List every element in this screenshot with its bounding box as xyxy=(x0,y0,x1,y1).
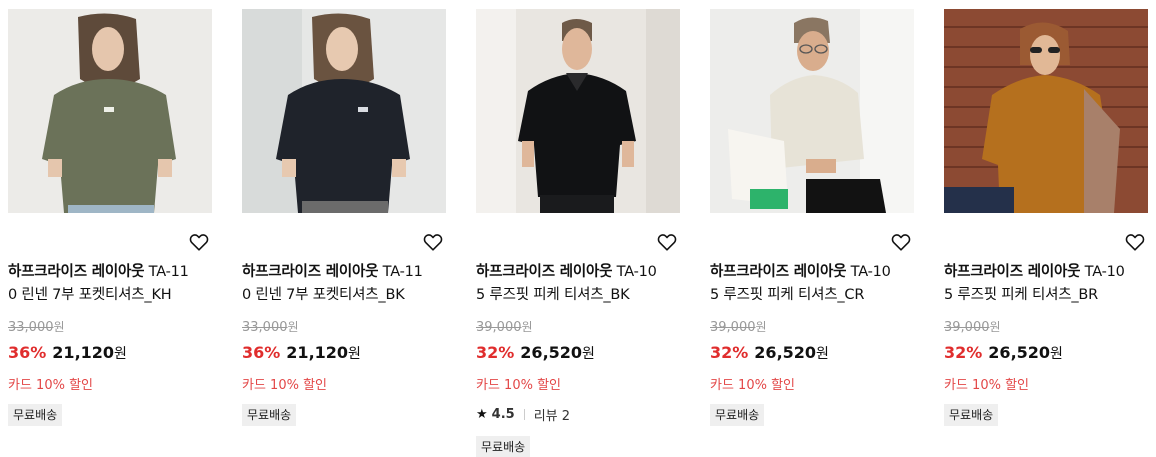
product-name-line2: 5 루즈핏 피케 티셔츠_BK xyxy=(476,287,630,303)
currency-unit: 원 xyxy=(53,320,65,334)
product-image[interactable] xyxy=(242,9,446,213)
original-price-value: 33,000 xyxy=(242,320,288,335)
wishlist-heart-icon[interactable] xyxy=(656,231,678,253)
product-card[interactable]: 하프크라이즈 레이아웃 TA-11 0 린넨 7부 포켓티셔츠_BK 33,00… xyxy=(242,9,446,426)
product-image[interactable] xyxy=(710,9,914,213)
currency-unit: 원 xyxy=(1050,346,1063,362)
product-title[interactable]: 하프크라이즈 레이아웃 TA-10 5 루즈핏 피케 티셔츠_CR xyxy=(710,261,914,307)
original-price-value: 39,000 xyxy=(476,320,522,335)
currency-unit: 원 xyxy=(287,320,299,334)
review-count: 리뷰 2 xyxy=(533,409,571,424)
original-price-value: 39,000 xyxy=(944,320,990,335)
free-shipping-badge: 무료배송 xyxy=(242,404,297,426)
free-shipping-badge: 무료배송 xyxy=(8,404,63,426)
product-name-line2: 5 루즈핏 피케 티셔츠_BR xyxy=(944,287,1099,303)
product-image[interactable] xyxy=(476,9,680,213)
wishlist-heart-icon[interactable] xyxy=(1124,231,1146,253)
discount-rate: 32% xyxy=(710,343,749,362)
sale-price: 26,520 xyxy=(754,343,817,362)
price-row: 32% 26,520원 xyxy=(710,343,829,363)
original-price-value: 33,000 xyxy=(8,320,54,335)
product-name-line1: TA-10 xyxy=(850,264,891,280)
original-price: 39,000원 xyxy=(710,318,767,335)
currency-unit: 원 xyxy=(989,320,1001,334)
brand-name: 하프크라이즈 레이아웃 xyxy=(242,264,379,280)
price-row: 32% 26,520원 xyxy=(944,343,1063,363)
product-title[interactable]: 하프크라이즈 레이아웃 TA-10 5 루즈핏 피케 티셔츠_BK xyxy=(476,261,680,307)
currency-unit: 원 xyxy=(521,320,533,334)
currency-unit: 원 xyxy=(348,346,361,362)
currency-unit: 원 xyxy=(114,346,127,362)
product-name-line1: TA-11 xyxy=(382,264,423,280)
card-discount: 카드 10% 할인 xyxy=(8,378,93,393)
product-card[interactable]: 하프크라이즈 레이아웃 TA-10 5 루즈핏 피케 티셔츠_BR 39,000… xyxy=(944,9,1148,426)
currency-unit: 원 xyxy=(582,346,595,362)
original-price: 39,000원 xyxy=(944,318,1001,335)
product-photo-brown-polo xyxy=(944,9,1148,213)
discount-rate: 32% xyxy=(476,343,515,362)
card-discount: 카드 10% 할인 xyxy=(242,378,327,393)
card-discount: 카드 10% 할인 xyxy=(476,378,561,393)
star-icon: ★ xyxy=(476,407,488,422)
original-price-value: 39,000 xyxy=(710,320,756,335)
product-photo-black-linen xyxy=(242,9,446,213)
original-price: 39,000원 xyxy=(476,318,533,335)
product-name-line2: 0 린넨 7부 포켓티셔츠_KH xyxy=(8,287,172,303)
product-photo-khaki xyxy=(8,9,212,213)
sale-price: 26,520 xyxy=(988,343,1051,362)
card-discount: 카드 10% 할인 xyxy=(944,378,1029,393)
rating-row[interactable]: ★ 4.5 리뷰 2 xyxy=(476,405,570,424)
product-name-line2: 0 린넨 7부 포켓티셔츠_BK xyxy=(242,287,405,303)
product-card[interactable]: 하프크라이즈 레이아웃 TA-11 0 린넨 7부 포켓티셔츠_KH 33,00… xyxy=(8,9,212,426)
brand-name: 하프크라이즈 레이아웃 xyxy=(476,264,613,280)
price-row: 36% 21,120원 xyxy=(8,343,127,363)
product-card[interactable]: 하프크라이즈 레이아웃 TA-10 5 루즈핏 피케 티셔츠_BK 39,000… xyxy=(476,9,680,457)
free-shipping-badge: 무료배송 xyxy=(710,404,765,426)
price-row: 32% 26,520원 xyxy=(476,343,595,363)
rating-score: 4.5 xyxy=(491,407,515,422)
currency-unit: 원 xyxy=(755,320,767,334)
currency-unit: 원 xyxy=(816,346,829,362)
wishlist-heart-icon[interactable] xyxy=(422,231,444,253)
brand-name: 하프크라이즈 레이아웃 xyxy=(710,264,847,280)
product-photo-cream-polo xyxy=(710,9,914,213)
card-discount: 카드 10% 할인 xyxy=(710,378,795,393)
free-shipping-badge: 무료배송 xyxy=(476,436,531,457)
wishlist-heart-icon[interactable] xyxy=(890,231,912,253)
product-image[interactable] xyxy=(944,9,1148,213)
product-name-line1: TA-10 xyxy=(616,264,657,280)
sale-price: 21,120 xyxy=(286,343,349,362)
sale-price: 26,520 xyxy=(520,343,583,362)
brand-name: 하프크라이즈 레이아웃 xyxy=(8,264,145,280)
price-row: 36% 21,120원 xyxy=(242,343,361,363)
discount-rate: 32% xyxy=(944,343,983,362)
wishlist-heart-icon[interactable] xyxy=(188,231,210,253)
product-title[interactable]: 하프크라이즈 레이아웃 TA-10 5 루즈핏 피케 티셔츠_BR xyxy=(944,261,1148,307)
brand-name: 하프크라이즈 레이아웃 xyxy=(944,264,1081,280)
product-title[interactable]: 하프크라이즈 레이아웃 TA-11 0 린넨 7부 포켓티셔츠_BK xyxy=(242,261,446,307)
divider xyxy=(523,409,525,420)
product-card[interactable]: 하프크라이즈 레이아웃 TA-10 5 루즈핏 피케 티셔츠_CR 39,000… xyxy=(710,9,914,426)
product-name-line1: TA-10 xyxy=(1084,264,1125,280)
sale-price: 21,120 xyxy=(52,343,115,362)
product-image[interactable] xyxy=(8,9,212,213)
free-shipping-badge: 무료배송 xyxy=(944,404,999,426)
discount-rate: 36% xyxy=(242,343,281,362)
product-photo-black-polo xyxy=(476,9,680,213)
original-price: 33,000원 xyxy=(242,318,299,335)
product-name-line1: TA-11 xyxy=(148,264,189,280)
discount-rate: 36% xyxy=(8,343,47,362)
product-name-line2: 5 루즈핏 피케 티셔츠_CR xyxy=(710,287,865,303)
product-grid: 하프크라이즈 레이아웃 TA-11 0 린넨 7부 포켓티셔츠_KH 33,00… xyxy=(0,0,1156,457)
original-price: 33,000원 xyxy=(8,318,65,335)
product-title[interactable]: 하프크라이즈 레이아웃 TA-11 0 린넨 7부 포켓티셔츠_KH xyxy=(8,261,212,307)
